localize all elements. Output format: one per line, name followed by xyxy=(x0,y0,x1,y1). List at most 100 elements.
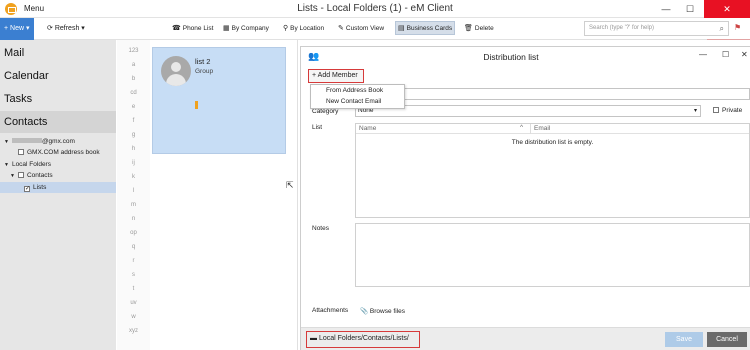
contact-card[interactable]: list 2 Group xyxy=(152,47,286,154)
notes-label: Notes xyxy=(312,225,329,232)
column-name[interactable]: Name xyxy=(359,125,376,132)
alpha-letter[interactable]: s xyxy=(117,272,150,278)
alpha-letter[interactable]: a xyxy=(117,62,150,68)
new-button[interactable]: + New ▾ xyxy=(0,18,34,40)
folder-icon: ▬ xyxy=(310,335,317,342)
nav-contacts[interactable]: Contacts xyxy=(0,111,116,133)
alpha-letter[interactable]: cd xyxy=(117,90,150,96)
plus-icon: + xyxy=(312,72,317,79)
alpha-letter[interactable]: e xyxy=(117,104,150,110)
distribution-list-dialog: 👥 Distribution list — ☐ ✕ + Add Member F… xyxy=(300,46,750,350)
alpha-letter[interactable]: b xyxy=(117,76,150,82)
close-icon[interactable]: ✕ xyxy=(704,0,750,18)
minimize-icon[interactable]: — xyxy=(699,50,707,59)
trash-icon: 🗑 xyxy=(464,25,473,32)
tree-local-folders[interactable]: ▼ Local Folders xyxy=(4,159,51,170)
flag-icon[interactable]: ⚑ xyxy=(734,23,741,32)
checkbox[interactable] xyxy=(713,107,719,113)
checkbox-checked[interactable]: ✓ xyxy=(24,186,30,192)
by-location-button[interactable]: ⚲ By Location xyxy=(283,24,324,32)
phone-list-label: Phone List xyxy=(182,25,214,32)
custom-view-icon: ✎ xyxy=(338,25,344,32)
folder-path-label: Local Folders/Contacts/Lists/ xyxy=(318,335,409,342)
collapse-icon[interactable]: ▼ xyxy=(10,171,15,182)
business-cards-label: Business Cards xyxy=(406,25,453,32)
redacted-address xyxy=(11,138,42,143)
nav-tasks[interactable]: Tasks xyxy=(0,88,116,110)
save-button[interactable]: Save xyxy=(665,332,703,347)
refresh-label: Refresh xyxy=(54,25,80,32)
category-select[interactable]: None ▾ xyxy=(355,105,701,117)
folder-path[interactable]: ▬ Local Folders/Contacts/Lists/ xyxy=(306,331,420,348)
alpha-letter[interactable]: l xyxy=(117,188,150,194)
checkbox[interactable] xyxy=(18,149,24,155)
menu-button[interactable]: Menu xyxy=(24,4,44,13)
custom-view-button[interactable]: ✎ Custom View xyxy=(338,24,384,32)
tree-lists[interactable]: ✓ Lists xyxy=(0,182,116,193)
refresh-button[interactable]: ⟳ Refresh ▾ xyxy=(47,24,85,32)
alpha-letter[interactable]: t xyxy=(117,286,150,292)
tree-gmx-label: GMX.COM address book xyxy=(27,149,100,156)
browse-files-link[interactable]: 📎 Browse files xyxy=(360,307,405,315)
alpha-letter[interactable]: op xyxy=(117,230,150,236)
alpha-letter[interactable]: g xyxy=(117,132,150,138)
nav-mail[interactable]: Mail xyxy=(0,42,116,64)
tree-contacts-label: Contacts xyxy=(26,172,53,179)
empty-message: The distribution list is empty. xyxy=(511,139,594,146)
checkbox[interactable] xyxy=(17,172,24,178)
maximize-icon[interactable]: ☐ xyxy=(678,0,702,18)
alpha-letter[interactable]: h xyxy=(117,146,150,152)
add-member-label: Add Member xyxy=(317,72,358,79)
alpha-letter[interactable]: q xyxy=(117,244,150,250)
list-name-field[interactable] xyxy=(355,88,750,100)
business-card-icon: ▤ xyxy=(398,25,405,32)
tree-gmx-address-book[interactable]: GMX.COM address book xyxy=(18,147,100,158)
menu-item-from-address-book[interactable]: From Address Book xyxy=(326,87,383,94)
mouse-cursor-icon: ⇱ xyxy=(286,180,294,190)
company-icon: ▦ xyxy=(223,25,230,32)
browse-files-label: Browse files xyxy=(369,308,405,315)
notes-field[interactable] xyxy=(355,223,750,287)
column-email[interactable]: Email xyxy=(534,125,550,132)
dialog-title: Distribution list xyxy=(483,52,539,62)
add-member-menu: From Address Book New Contact Email xyxy=(310,84,405,109)
alpha-letter[interactable]: k xyxy=(117,174,150,180)
cancel-button[interactable]: Cancel xyxy=(707,332,747,347)
maximize-icon[interactable]: ☐ xyxy=(722,50,729,59)
by-company-button[interactable]: ▦ By Company xyxy=(223,24,269,32)
refresh-icon: ⟳ xyxy=(47,25,53,32)
search-input[interactable]: Search (type '?' for help) ⌕ xyxy=(584,21,729,36)
contact-list: list 2 Group xyxy=(151,40,298,350)
collapse-icon[interactable]: ▼ xyxy=(4,137,9,148)
alpha-letter[interactable]: w xyxy=(117,314,150,320)
menu-item-new-contact-email[interactable]: New Contact Email xyxy=(326,98,381,105)
alpha-letter[interactable]: m xyxy=(117,202,150,208)
delete-label: Delete xyxy=(474,25,494,32)
location-icon: ⚲ xyxy=(283,25,289,32)
private-checkbox[interactable]: Private xyxy=(713,107,742,114)
tree-account[interactable]: ▼ @gmx.com xyxy=(4,136,75,147)
alpha-letter[interactable]: r xyxy=(117,258,150,264)
business-cards-button[interactable]: ▤ Business Cards xyxy=(395,21,456,35)
new-button-label: New xyxy=(10,25,25,32)
alpha-letter[interactable]: n xyxy=(117,216,150,222)
app-logo-icon xyxy=(5,3,17,15)
minimize-icon[interactable]: — xyxy=(654,0,678,18)
phone-list-button[interactable]: ☎ Phone List xyxy=(172,24,213,32)
add-member-button[interactable]: + Add Member xyxy=(308,69,364,83)
chevron-down-icon: ▾ xyxy=(693,108,697,114)
title-bar: Menu Lists - Local Folders (1) - eM Clie… xyxy=(0,0,750,18)
nav-calendar[interactable]: Calendar xyxy=(0,65,116,87)
close-icon[interactable]: ✕ xyxy=(741,50,748,59)
custom-view-label: Custom View xyxy=(345,25,385,32)
tree-lists-label: Lists xyxy=(33,184,47,191)
alpha-letter[interactable]: f xyxy=(117,118,150,124)
alpha-letter[interactable]: 123 xyxy=(117,48,150,54)
alpha-letter[interactable]: ij xyxy=(117,160,150,166)
alpha-letter[interactable]: xyz xyxy=(117,328,150,334)
alpha-letter[interactable]: uv xyxy=(117,300,150,306)
collapse-icon[interactable]: ▼ xyxy=(4,160,9,171)
delete-button[interactable]: 🗑 Delete xyxy=(464,24,494,32)
tree-contacts[interactable]: ▼ Contacts xyxy=(10,170,53,181)
dialog-title-bar: 👥 Distribution list — ☐ ✕ xyxy=(301,47,750,67)
